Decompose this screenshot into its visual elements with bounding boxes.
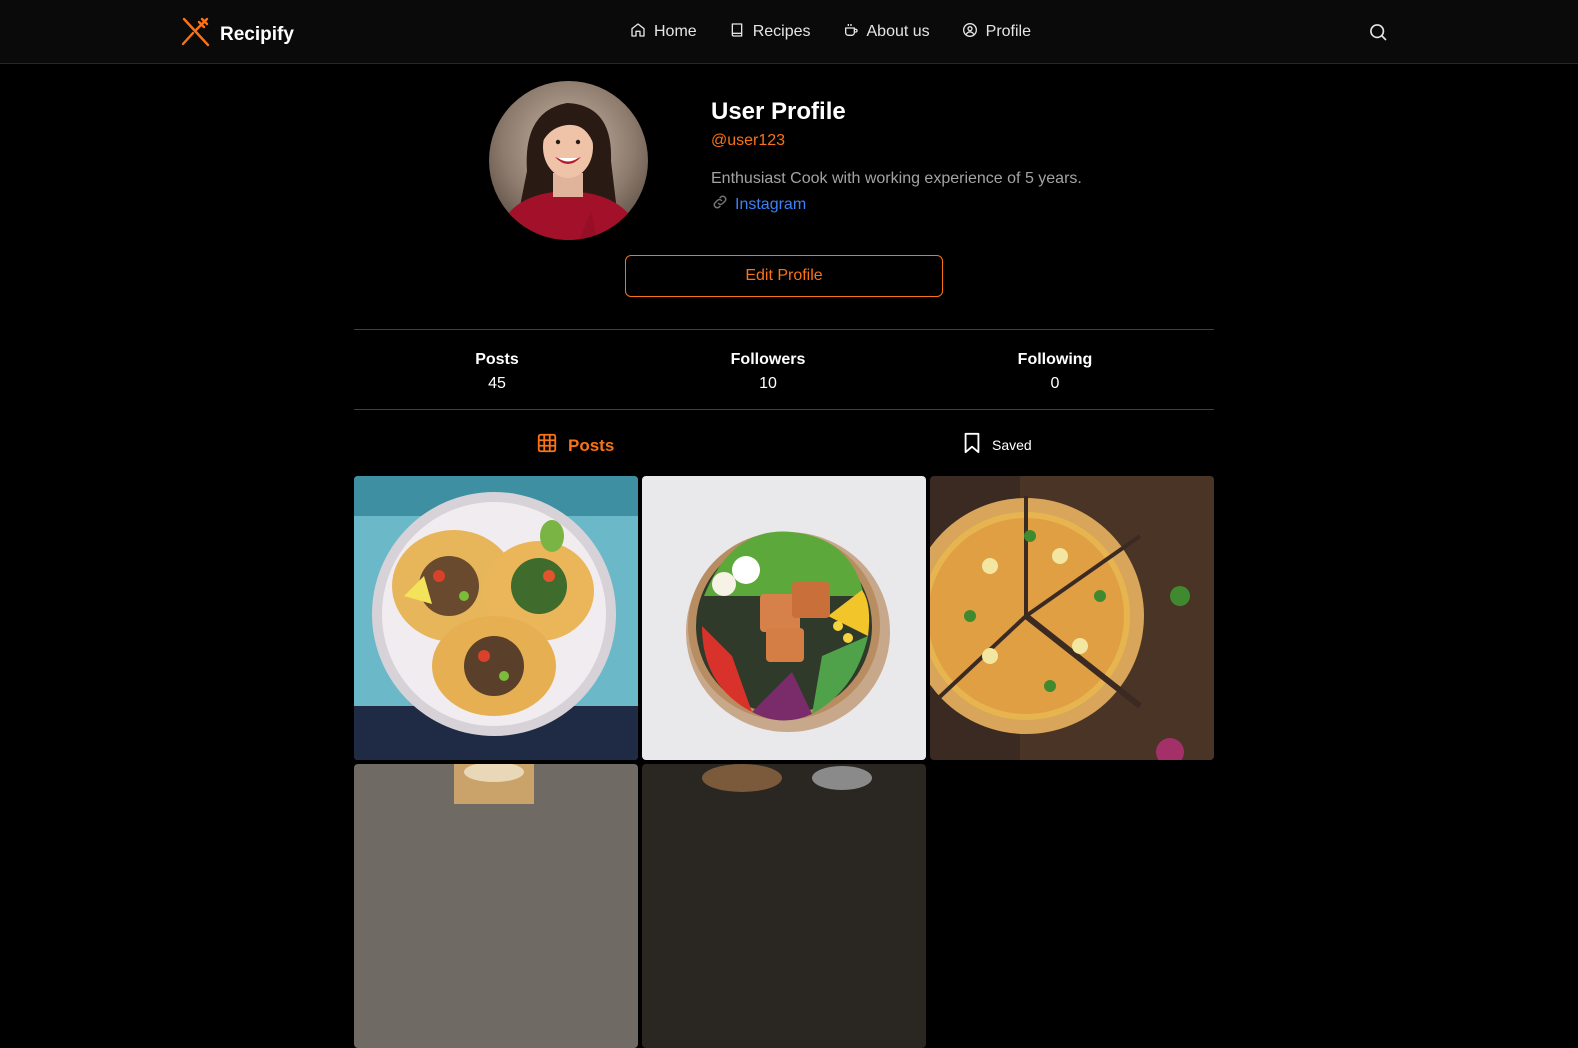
nav-home[interactable]: Home xyxy=(630,20,697,44)
stat-label: Followers xyxy=(730,351,806,368)
brand-name: Recipify xyxy=(220,23,294,45)
book-icon xyxy=(729,22,745,43)
tab-posts[interactable]: Posts xyxy=(536,432,614,459)
post-image-salad-bowl[interactable] xyxy=(642,476,926,760)
fork-knife-icon xyxy=(180,16,212,53)
profile-handle: @user123 xyxy=(711,132,786,149)
nav-profile[interactable]: Profile xyxy=(962,20,1031,44)
search-icon xyxy=(1368,24,1388,46)
nav-home-label: Home xyxy=(654,23,697,40)
tab-saved-label: Saved xyxy=(992,436,1032,453)
bookmark-icon xyxy=(962,432,982,457)
brand[interactable]: Recipify xyxy=(180,16,294,53)
stat-value: 0 xyxy=(1050,375,1060,392)
profile-name: User Profile xyxy=(711,98,846,125)
profile-info: User Profile @user123 Enthusiast Cook wi… xyxy=(711,97,1191,217)
profile-bio: Enthusiast Cook with working experience … xyxy=(711,170,1082,187)
nav-about-label: About us xyxy=(866,23,930,40)
instagram-link-label: Instagram xyxy=(735,196,807,213)
stat-posts[interactable]: Posts 45 xyxy=(397,350,597,394)
instagram-link[interactable]: Instagram xyxy=(711,193,1191,217)
link-icon xyxy=(711,193,729,217)
stat-value: 45 xyxy=(488,375,506,392)
nav-about[interactable]: About us xyxy=(843,20,930,44)
grid-icon xyxy=(536,432,558,459)
profile-stats: Posts 45 Followers 10 Following 0 xyxy=(354,329,1214,410)
post-image-drink[interactable] xyxy=(354,764,638,1048)
post-image-tacos[interactable] xyxy=(354,476,638,760)
avatar xyxy=(489,81,648,240)
nav-profile-label: Profile xyxy=(985,23,1032,40)
coffee-cup-icon xyxy=(843,22,859,43)
nav-recipes-label: Recipes xyxy=(752,23,811,40)
post-image-dish[interactable] xyxy=(642,764,926,1048)
main-nav: Home Recipes About us Profile xyxy=(630,20,1031,44)
stat-value: 10 xyxy=(759,375,777,392)
search-button[interactable] xyxy=(1368,22,1388,42)
tab-posts-label: Posts xyxy=(568,435,615,455)
edit-profile-button[interactable]: Edit Profile xyxy=(625,255,943,297)
post-image-pizza[interactable] xyxy=(930,476,1214,760)
stat-followers[interactable]: Followers 10 xyxy=(668,350,868,394)
stat-label: Following xyxy=(1017,351,1093,368)
tab-saved[interactable]: Saved xyxy=(962,432,1032,457)
stat-following[interactable]: Following 0 xyxy=(955,350,1155,394)
nav-recipes[interactable]: Recipes xyxy=(729,20,811,44)
stat-label: Posts xyxy=(475,351,519,368)
user-circle-icon xyxy=(962,22,978,43)
navbar: Recipify Home Recipes About us Profile xyxy=(0,0,1578,64)
home-icon xyxy=(630,22,646,43)
